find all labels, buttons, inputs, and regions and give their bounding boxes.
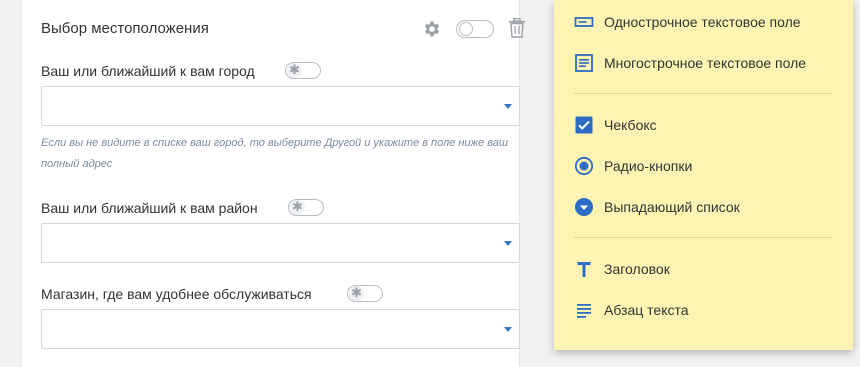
required-toggle-store[interactable]: ✱ <box>347 285 383 302</box>
asterisk-icon: ✱ <box>349 286 364 301</box>
menu-item-label: Многострочное текстовое поле <box>604 55 807 71</box>
trash-icon[interactable] <box>508 17 526 38</box>
menu-item-paragraph[interactable]: Абзац текста <box>574 298 689 322</box>
chevron-down-icon <box>504 241 512 246</box>
add-field-menu: Однострочное текстовое поле Многострочно… <box>554 0 853 350</box>
field-label-district: Ваш или ближайший к вам район <box>41 200 258 216</box>
section-toggle[interactable] <box>456 20 494 38</box>
menu-item-label: Однострочное текстовое поле <box>604 14 801 30</box>
field-label-store: Магазин, где вам удобнее обслуживаться <box>41 286 312 302</box>
asterisk-icon: ✱ <box>290 200 305 215</box>
store-select[interactable] <box>41 309 520 349</box>
menu-item-label: Заголовок <box>604 261 670 277</box>
asterisk-icon: ✱ <box>287 63 302 78</box>
field-label-city: Ваш или ближайший к вам город <box>41 63 255 79</box>
menu-item-label: Выпадающий список <box>604 199 740 215</box>
menu-item-label: Абзац текста <box>604 302 689 318</box>
paragraph-icon <box>574 300 594 320</box>
single-line-field-icon <box>574 12 594 32</box>
section-title: Выбор местоположения <box>41 20 209 37</box>
city-hint: Если вы не видите в списке ваш город, то… <box>41 137 509 170</box>
gear-icon[interactable] <box>422 19 442 39</box>
menu-item-dropdown[interactable]: Выпадающий список <box>574 195 740 219</box>
required-toggle-city[interactable]: ✱ <box>285 62 321 79</box>
chevron-down-icon <box>504 327 512 332</box>
menu-item-multi-line[interactable]: Многострочное текстовое поле <box>574 51 806 75</box>
radio-icon <box>574 156 594 176</box>
heading-icon <box>574 259 594 279</box>
multi-line-field-icon <box>574 53 594 73</box>
dropdown-icon <box>574 197 594 217</box>
menu-item-single-line[interactable]: Однострочное текстовое поле <box>574 10 801 34</box>
district-select[interactable] <box>41 223 520 263</box>
menu-item-radio[interactable]: Радио-кнопки <box>574 154 692 178</box>
chevron-down-icon <box>504 104 512 109</box>
city-select[interactable] <box>41 86 520 126</box>
menu-divider <box>574 237 832 238</box>
required-toggle-district[interactable]: ✱ <box>288 199 324 216</box>
checkbox-icon <box>574 115 594 135</box>
menu-item-heading[interactable]: Заголовок <box>574 257 670 281</box>
menu-item-checkbox[interactable]: Чекбокс <box>574 113 657 137</box>
menu-divider <box>574 93 832 94</box>
menu-item-label: Чекбокс <box>604 117 657 133</box>
toggle-knob <box>459 22 473 36</box>
form-card: Выбор местоположения Ваш или ближайший к… <box>21 0 525 367</box>
menu-item-label: Радио-кнопки <box>604 158 693 174</box>
